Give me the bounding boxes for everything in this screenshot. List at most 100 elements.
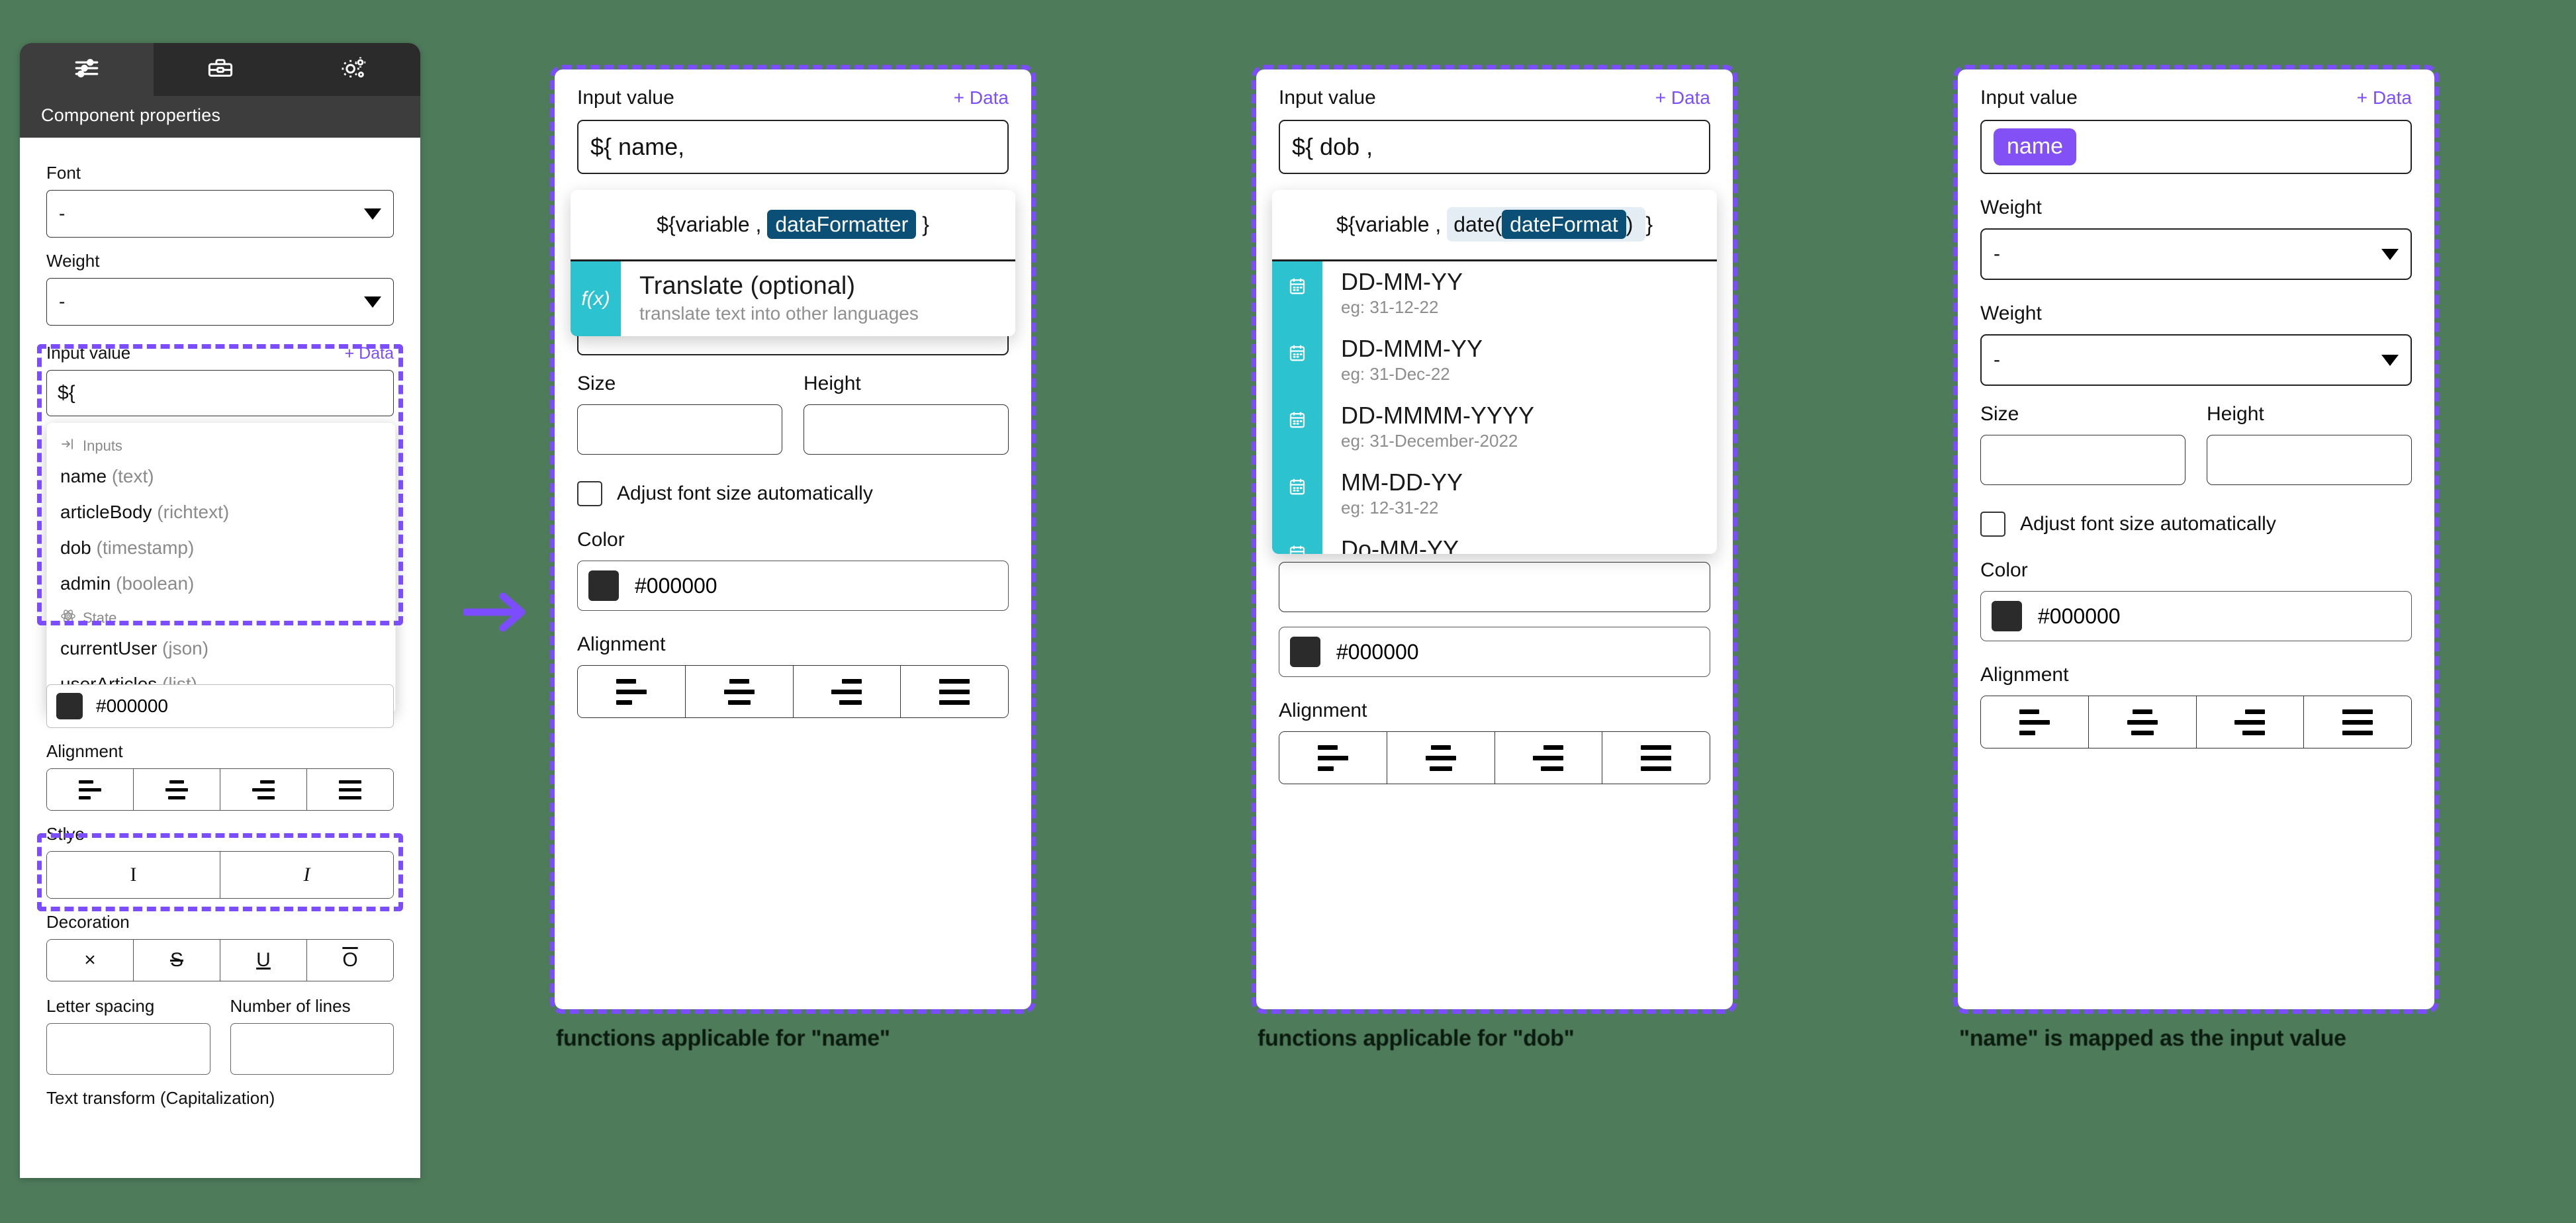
list-item[interactable]: DD-MMMM-YYYY eg: 31-December-2022 (1272, 395, 1717, 462)
decoration-none-button[interactable]: × (47, 940, 134, 981)
input-value-field[interactable]: ${ dob , (1279, 120, 1710, 174)
list-item[interactable]: admin (boolean) (47, 566, 395, 602)
align-left-button[interactable] (47, 769, 134, 810)
weight-select-1[interactable]: - (1980, 228, 2412, 280)
color-field[interactable]: #000000 (1980, 591, 2412, 641)
align-left-button[interactable] (1981, 696, 2089, 748)
align-justify-button[interactable] (307, 769, 393, 810)
weight-label-2: Weight (1980, 302, 2042, 324)
color-value: #000000 (635, 573, 717, 598)
color-field[interactable]: #000000 (577, 561, 1009, 611)
weight-select-2[interactable]: - (1980, 334, 2412, 386)
hidden-box-5[interactable] (1279, 562, 1710, 612)
list-item[interactable]: articleBody (richtext) (47, 494, 395, 530)
decoration-strikethrough-button[interactable]: S (134, 940, 220, 981)
style-label: Stlye (46, 824, 85, 844)
format-text: DD-MM-YY eg: 31-12-22 (1322, 261, 1463, 328)
atom-icon (60, 608, 76, 628)
height-input[interactable] (2207, 435, 2412, 485)
list-item[interactable]: dob (timestamp) (47, 530, 395, 566)
signature-prefix: ${variable , (657, 212, 762, 236)
calendar-icon (1272, 328, 1322, 395)
signature-suffix: } (1645, 212, 1653, 236)
input-value-field[interactable]: ${ name, (577, 120, 1009, 174)
font-select[interactable]: - (46, 190, 394, 238)
align-right-button[interactable] (220, 769, 307, 810)
align-center-button[interactable] (134, 769, 220, 810)
variable-name: dob (60, 537, 91, 558)
adjust-font-size-checkbox[interactable] (1980, 512, 2005, 537)
list-item[interactable]: currentUser (json) (47, 631, 395, 666)
format-example: eg: 31-12-22 (1341, 297, 1439, 317)
size-input[interactable] (1980, 435, 2185, 485)
tab-toolbox[interactable] (153, 43, 287, 96)
decoration-underline-button[interactable]: U (220, 940, 307, 981)
letter-spacing-label: Letter spacing (46, 996, 155, 1016)
align-center-button[interactable] (685, 666, 794, 717)
align-justify-icon (339, 780, 361, 799)
strikethrough-icon: S (169, 949, 183, 971)
align-left-icon (2019, 709, 2050, 735)
add-data-button[interactable]: + Data (2357, 87, 2412, 109)
list-item[interactable]: MM-DD-YY eg: 12-31-22 (1272, 462, 1717, 529)
adjust-font-size-label: Adjust font size automatically (2020, 513, 2276, 535)
align-left-icon (79, 780, 101, 799)
color-field[interactable]: #000000 (46, 684, 394, 728)
align-right-button[interactable] (1495, 732, 1603, 784)
fx-icon: f(x) (571, 261, 621, 336)
format-text: DD-MMM-YY eg: 31-Dec-22 (1322, 328, 1483, 395)
format-title: DD-MMMM-YYYY (1341, 402, 1534, 429)
list-item[interactable]: DD-MM-YY eg: 31-12-22 (1272, 261, 1717, 328)
align-center-button[interactable] (2088, 696, 2197, 748)
input-value-field[interactable]: name (1980, 120, 2412, 174)
style-italic-button[interactable]: I (220, 852, 393, 898)
weight-select-1-value: - (1994, 243, 2000, 265)
add-data-button[interactable]: + Data (345, 344, 394, 363)
style-normal-button[interactable]: I (47, 852, 220, 898)
align-center-icon (723, 678, 755, 705)
letter-spacing-input[interactable] (46, 1023, 210, 1075)
adjust-font-size-checkbox[interactable] (577, 481, 602, 506)
align-center-button[interactable] (1387, 732, 1495, 784)
tab-settings[interactable] (287, 43, 420, 96)
align-right-button[interactable] (793, 666, 901, 717)
decoration-segmented: × S U O (46, 939, 394, 981)
color-swatch[interactable] (1290, 637, 1320, 667)
chevron-down-icon (2381, 248, 2399, 260)
align-justify-button[interactable] (901, 666, 1008, 717)
list-item[interactable]: name (text) (47, 459, 395, 494)
color-swatch[interactable] (56, 693, 83, 719)
calendar-icon (1272, 261, 1322, 328)
color-swatch[interactable] (1992, 601, 2022, 631)
input-value-field[interactable]: ${ (46, 370, 394, 416)
decoration-overline-button[interactable]: O (307, 940, 393, 981)
signature-open-paren: ( (1495, 212, 1502, 236)
input-value-text: ${ (58, 382, 75, 404)
align-justify-button[interactable] (1602, 732, 1710, 784)
color-swatch[interactable] (588, 570, 619, 601)
input-value-label: Input value (1279, 87, 1376, 109)
align-justify-button[interactable] (2304, 696, 2411, 748)
list-item[interactable]: DD-MMM-YY eg: 31-Dec-22 (1272, 328, 1717, 395)
list-item[interactable]: f(x) Translate (optional) translate text… (571, 261, 1015, 336)
autocomplete-group-label: Inputs (83, 437, 122, 454)
autocomplete-group-label: State (83, 610, 117, 626)
variable-chip[interactable]: name (1994, 128, 2077, 165)
number-of-lines-input[interactable] (230, 1023, 394, 1075)
align-left-button[interactable] (1279, 732, 1387, 784)
toolbox-icon (207, 54, 234, 85)
add-data-button[interactable]: + Data (1655, 87, 1710, 109)
tab-properties[interactable] (20, 43, 154, 96)
variable-type: (timestamp) (96, 537, 195, 558)
input-value-text: ${ dob , (1292, 133, 1373, 160)
format-title: MM-DD-YY (1341, 469, 1463, 496)
align-left-button[interactable] (578, 666, 686, 717)
align-right-button[interactable] (2196, 696, 2305, 748)
add-data-button[interactable]: + Data (954, 87, 1009, 109)
size-input[interactable] (577, 404, 782, 455)
weight-select[interactable]: - (46, 278, 394, 326)
list-item[interactable]: Do-MM-YY (1272, 529, 1717, 554)
height-input[interactable] (804, 404, 1009, 455)
alignment-label: Alignment (1279, 700, 1367, 721)
color-field[interactable]: #000000 (1279, 627, 1710, 677)
